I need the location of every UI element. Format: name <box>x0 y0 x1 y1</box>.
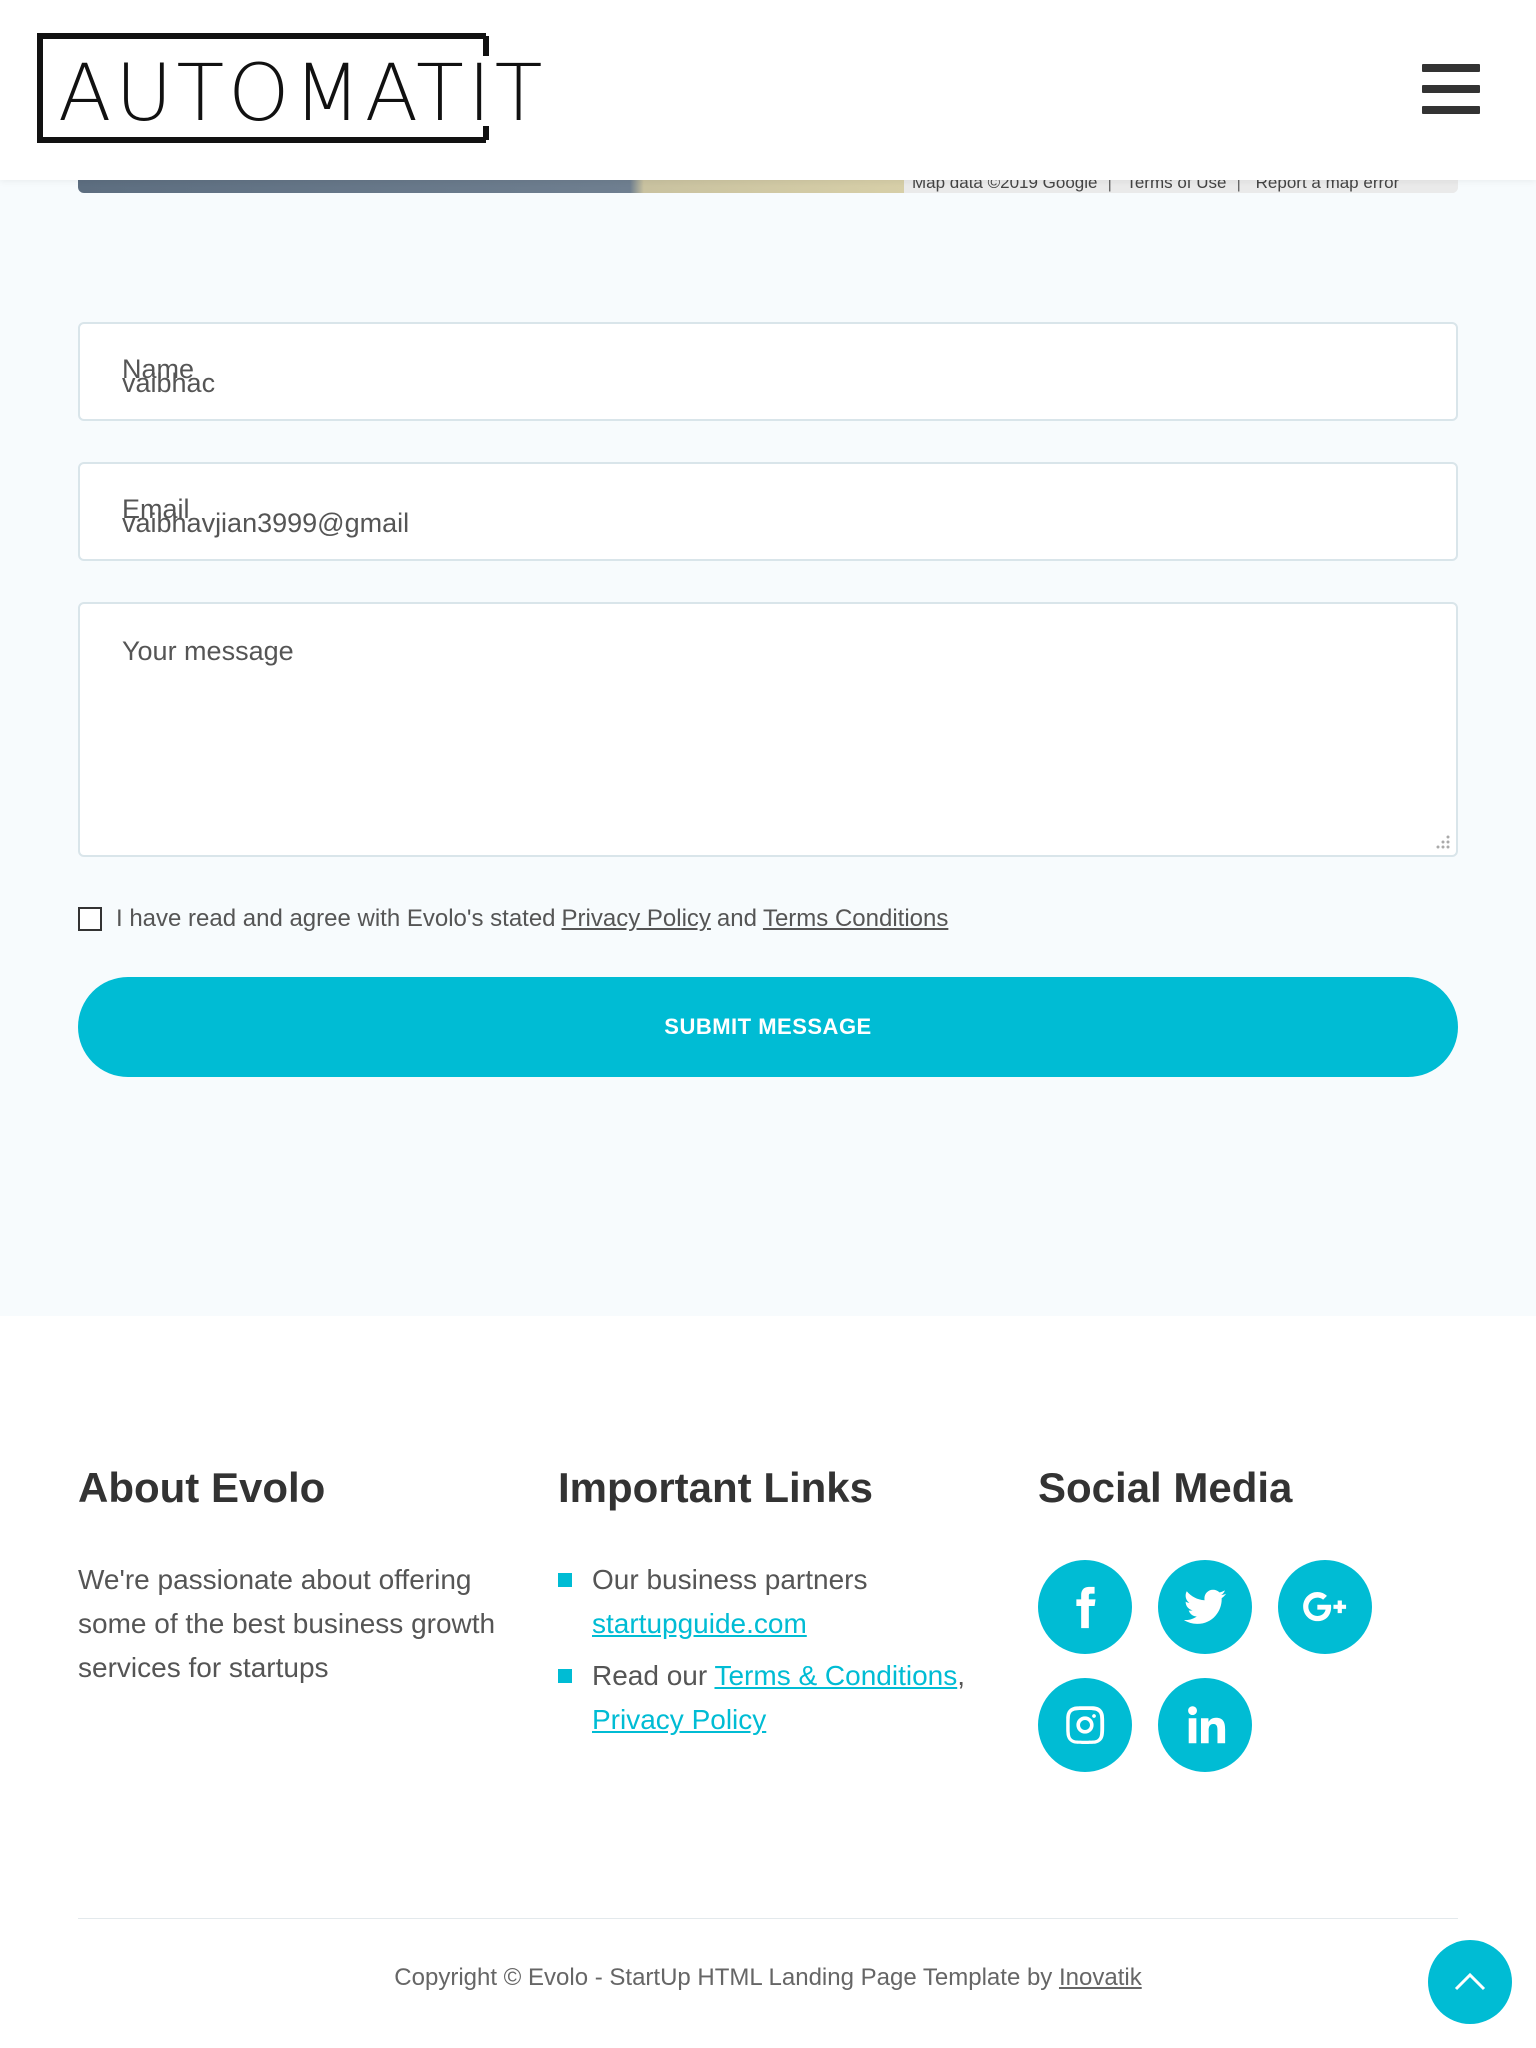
message-textarea[interactable]: Your message <box>78 602 1458 857</box>
chevron-up-icon <box>1454 1972 1486 1991</box>
scroll-to-top-button[interactable] <box>1428 1940 1512 2024</box>
about-text: We're passionate about offering some of … <box>78 1564 496 1683</box>
copyright: Copyright © Evolo - StartUp HTML Landing… <box>0 1964 1536 1992</box>
agree-checkbox[interactable] <box>78 907 102 931</box>
read-our-text: Read our <box>592 1660 708 1691</box>
instagram-icon <box>1066 1706 1105 1744</box>
twitter-button[interactable] <box>1158 1560 1252 1654</box>
hamburger-line <box>1422 64 1480 72</box>
important-links-list: Our business partners startupguide.com R… <box>558 1558 998 1750</box>
hamburger-line <box>1422 106 1480 114</box>
privacy-policy-link[interactable]: Privacy Policy <box>562 905 711 933</box>
facebook-icon <box>1076 1586 1096 1629</box>
copyright-text: Copyright © Evolo - StartUp HTML Landing… <box>394 1964 1053 1991</box>
linkedin-button[interactable] <box>1158 1678 1252 1772</box>
site-header: AUTOMATIT <box>0 0 1536 180</box>
email-value: vaibhavjian3999@gmail <box>122 508 410 538</box>
terms-conditions-link[interactable]: Terms Conditions <box>763 905 948 933</box>
google-plus-icon <box>1303 1592 1347 1622</box>
message-placeholder: Your message <box>122 636 294 666</box>
facebook-button[interactable] <box>1038 1560 1132 1654</box>
linkedin-icon <box>1188 1706 1226 1744</box>
hamburger-menu-button[interactable] <box>1422 64 1480 114</box>
bullet-icon <box>558 1669 572 1683</box>
comma-text: , <box>957 1660 966 1691</box>
svg-text:AUTOMATIT: AUTOMATIT <box>58 49 546 139</box>
bullet-icon <box>558 1573 572 1587</box>
footer-divider <box>78 1918 1458 1919</box>
resize-handle-icon[interactable] <box>1434 833 1450 849</box>
twitter-icon <box>1183 1589 1227 1624</box>
logo-graphic: AUTOMATIT <box>37 33 546 143</box>
list-item: Read our Terms & Conditions, Privacy Pol… <box>558 1654 998 1742</box>
google-plus-button[interactable] <box>1278 1560 1372 1654</box>
and-text: and <box>716 905 757 932</box>
footer-terms-link[interactable]: Terms & Conditions <box>714 1660 957 1691</box>
terms-agreement: I have read and agree with Evolo's state… <box>78 904 948 934</box>
footer-privacy-link[interactable]: Privacy Policy <box>592 1704 766 1735</box>
submit-message-button[interactable]: SUBMIT MESSAGE <box>78 977 1458 1077</box>
site-logo[interactable]: AUTOMATIT <box>36 32 578 144</box>
important-links-title: Important Links <box>558 1464 874 1511</box>
startupguide-link[interactable]: startupguide.com <box>592 1608 807 1639</box>
list-item: Our business partners startupguide.com <box>558 1558 998 1646</box>
site-footer: About Evolo We're passionate about offer… <box>0 1316 1536 2048</box>
hamburger-line <box>1422 85 1480 93</box>
email-field[interactable]: Email vaibhavjian3999@gmail <box>78 462 1458 561</box>
agree-text: I have read and agree with Evolo's state… <box>116 905 556 932</box>
instagram-button[interactable] <box>1038 1678 1132 1772</box>
about-title: About Evolo <box>78 1464 326 1511</box>
name-field[interactable]: Name vaibhac <box>78 322 1458 421</box>
partners-text: Our business partners <box>592 1564 868 1595</box>
inovatik-link[interactable]: Inovatik <box>1059 1964 1142 1991</box>
name-value: vaibhac <box>122 368 216 398</box>
social-media-title: Social Media <box>1038 1464 1293 1511</box>
